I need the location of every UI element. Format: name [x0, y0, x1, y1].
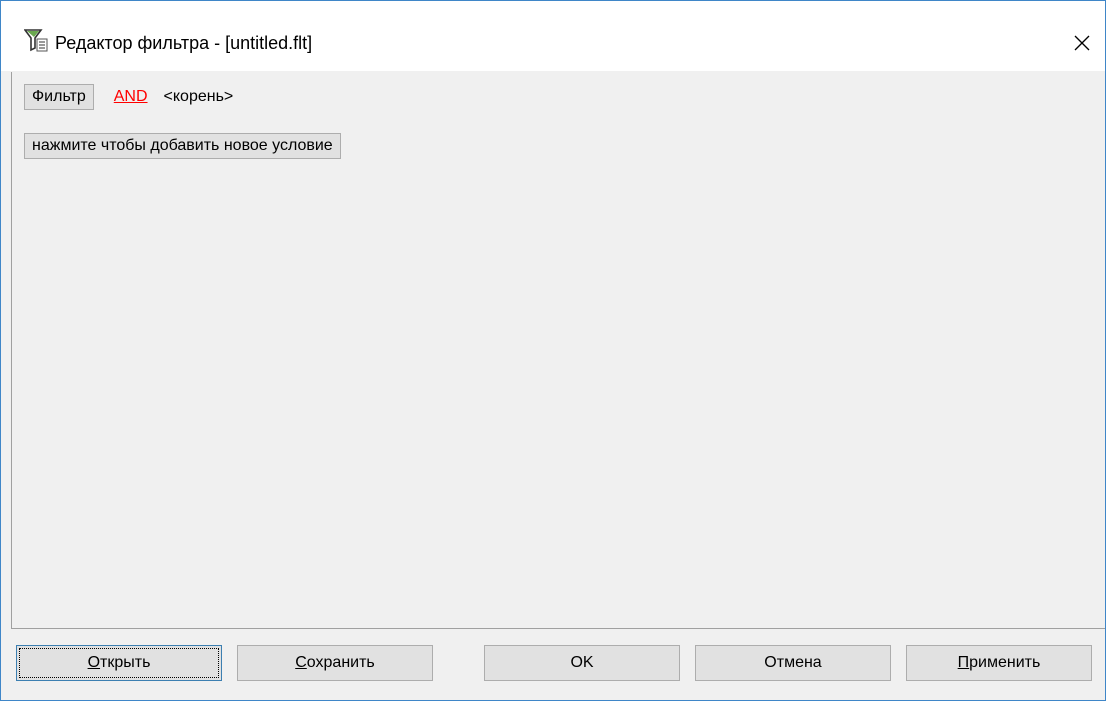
save-button[interactable]: Сохранить	[237, 645, 433, 681]
close-button[interactable]	[1059, 21, 1105, 65]
filter-tree-area[interactable]: Фильтр AND <корень> нажмите чтобы добави…	[11, 72, 1104, 628]
filter-editor-window: Редактор фильтра - [untitled.flt] Фильтр…	[0, 0, 1106, 701]
group-operator-link[interactable]: AND	[114, 88, 148, 106]
filter-funnel-icon	[24, 29, 48, 52]
root-node-label: <корень>	[163, 88, 234, 105]
cancel-button[interactable]: Отмена	[695, 645, 891, 681]
dialog-button-bar: Открыть Сохранить OK Отмена Применить	[1, 630, 1105, 700]
root-condition-row: Фильтр AND <корень>	[24, 83, 233, 111]
window-title: Редактор фильтра - [untitled.flt]	[55, 33, 313, 53]
apply-label: рименить	[969, 654, 1041, 671]
add-condition-button[interactable]: нажмите чтобы добавить новое условие	[24, 133, 341, 159]
save-label: охранить	[306, 654, 375, 671]
filter-menu-button[interactable]: Фильтр	[24, 84, 94, 110]
ok-button[interactable]: OK	[484, 645, 680, 681]
open-mnemonic: О	[87, 654, 101, 671]
close-icon	[1074, 35, 1090, 51]
title-bar[interactable]: Редактор фильтра - [untitled.flt]	[1, 1, 1105, 71]
save-mnemonic: С	[295, 654, 307, 671]
open-label: ткрыть	[100, 654, 151, 671]
open-button[interactable]: Открыть	[16, 645, 222, 681]
divider	[11, 628, 1105, 629]
apply-mnemonic: П	[957, 654, 970, 671]
apply-button[interactable]: Применить	[906, 645, 1092, 681]
